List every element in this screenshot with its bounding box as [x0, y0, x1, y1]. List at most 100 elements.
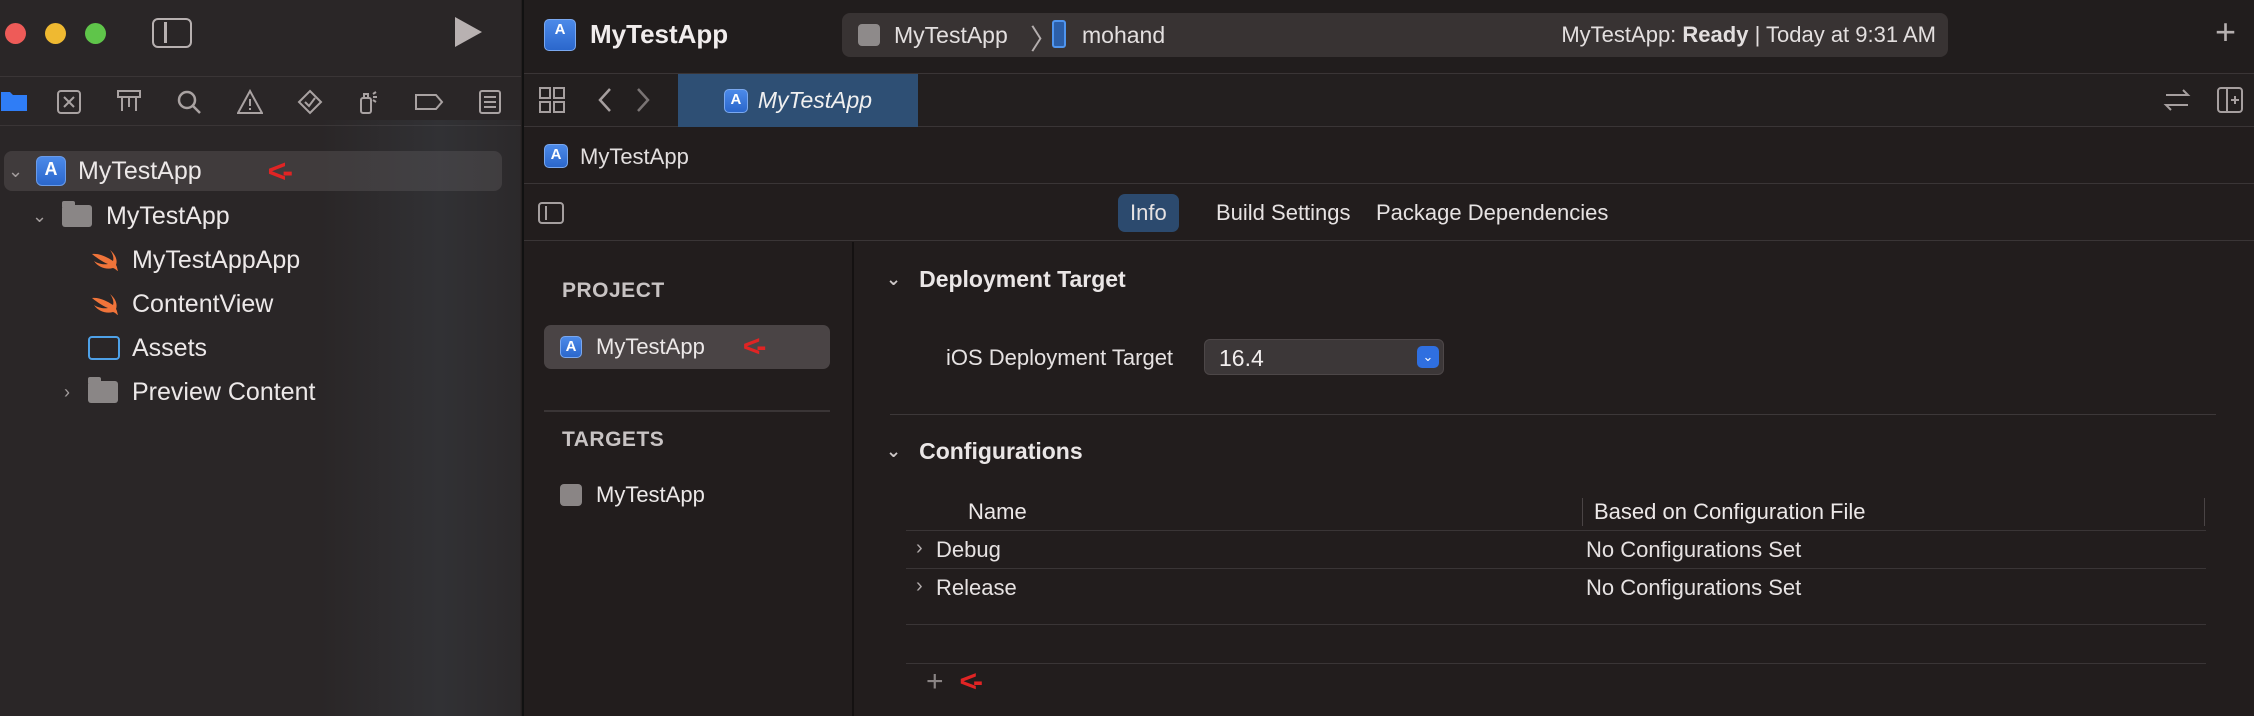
- add-configuration-button[interactable]: + <-: [926, 665, 983, 698]
- close-window-button[interactable]: [5, 23, 26, 44]
- swift-file-icon: [92, 250, 118, 271]
- tree-row-label: ContentView: [132, 289, 274, 318]
- swap-arrows-icon[interactable]: [2162, 86, 2192, 119]
- project-navigator-folder-icon[interactable]: [0, 89, 28, 115]
- section-title: Deployment Target: [919, 266, 1126, 292]
- symbol-navigator-icon[interactable]: [115, 89, 143, 115]
- project-info-settings: ⌄ Deployment Target iOS Deployment Targe…: [856, 242, 2254, 716]
- add-editor-icon[interactable]: [2216, 86, 2244, 119]
- column-separator: [2204, 498, 2205, 526]
- run-destination-selector[interactable]: mohand: [1082, 22, 1165, 49]
- swift-file-icon: [92, 294, 118, 315]
- grid-icon[interactable]: [538, 86, 566, 119]
- deployment-section-header[interactable]: ⌄ Deployment Target: [886, 266, 1126, 293]
- project-navigator: ⌄ MyTestApp <- ⌄ MyTestApp MyTestAppApp …: [0, 0, 521, 716]
- chevron-right-icon[interactable]: ›: [916, 575, 923, 598]
- configurations-section-header[interactable]: ⌄ Configurations: [886, 438, 1083, 465]
- tree-row-file[interactable]: Assets: [88, 328, 207, 368]
- add-button[interactable]: +: [2215, 14, 2236, 50]
- status-prefix: MyTestApp:: [1561, 22, 1683, 47]
- scheme-activity-bar: MyTestApp 〉 mohand MyTestApp: Ready | To…: [842, 13, 1948, 57]
- annotation-arrow: <-: [959, 665, 983, 698]
- status-time: | Today at 9:31 AM: [1748, 22, 1936, 47]
- issue-navigator-warning-icon[interactable]: [236, 88, 264, 115]
- targets-header: TARGETS: [562, 428, 665, 451]
- tree-row-label: MyTestApp: [78, 156, 202, 185]
- back-arrow-icon[interactable]: [596, 86, 614, 119]
- project-item[interactable]: MyTestApp <-: [544, 325, 830, 369]
- tree-row-group[interactable]: › Preview Content: [64, 372, 315, 412]
- chevron-right-icon[interactable]: ›: [64, 382, 84, 403]
- tree-row-file[interactable]: ContentView: [90, 284, 273, 324]
- app-icon: [723, 88, 748, 113]
- tree-row-label: MyTestApp: [106, 201, 230, 230]
- annotation-arrow: <-: [742, 330, 766, 363]
- tree-row-label: Assets: [132, 333, 208, 362]
- annotation-arrow: <-: [267, 152, 293, 189]
- section-title: Configurations: [919, 438, 1083, 464]
- target-item[interactable]: MyTestApp: [544, 473, 830, 517]
- divider: [544, 410, 830, 412]
- status-state: Ready: [1682, 22, 1749, 47]
- ios-deployment-target-select[interactable]: 16.4 ⌄: [1204, 339, 1444, 375]
- tab-build-settings[interactable]: Build Settings: [1204, 194, 1363, 232]
- report-navigator-icon[interactable]: [476, 89, 504, 115]
- find-navigator-search-icon[interactable]: [175, 89, 203, 115]
- debug-navigator-spray-icon[interactable]: [354, 89, 382, 115]
- chevron-down-icon[interactable]: ⌄: [8, 161, 28, 182]
- editor-area: MyTestApp MyTestApp 〉 mohand MyTestApp: …: [522, 0, 2254, 716]
- config-name: Release: [936, 575, 1017, 600]
- scheme-icon: [858, 24, 880, 46]
- table-row[interactable]: › Debug No Configurations Set: [906, 530, 2206, 568]
- tree-row-project[interactable]: ⌄ MyTestApp <-: [4, 151, 502, 191]
- ios-deployment-target-label: iOS Deployment Target: [946, 345, 1174, 370]
- table-row[interactable]: › Release No Configurations Set: [906, 568, 2206, 606]
- project-editor-tabs: Info Build Settings Package Dependencies: [524, 185, 2254, 241]
- test-navigator-diamond-icon[interactable]: [296, 89, 324, 115]
- run-button[interactable]: [455, 17, 482, 47]
- project-header: PROJECT: [562, 279, 665, 302]
- breakpoint-navigator-icon[interactable]: [414, 89, 444, 115]
- chevron-down-icon[interactable]: ⌄: [32, 206, 52, 227]
- window-toolbar: MyTestApp MyTestApp 〉 mohand MyTestApp: …: [524, 0, 2254, 72]
- project-item-label: MyTestApp: [596, 334, 705, 359]
- tree-row-label: MyTestAppApp: [132, 245, 301, 274]
- column-header-based-on[interactable]: Based on Configuration File: [1594, 494, 1866, 530]
- chevron-right-icon[interactable]: ›: [916, 537, 923, 560]
- minimize-window-button[interactable]: [45, 23, 66, 44]
- ios-deployment-target-value: 16.4: [1219, 345, 1264, 371]
- column-header-name[interactable]: Name: [968, 494, 1027, 530]
- project-list-toggle-icon[interactable]: [538, 202, 564, 224]
- tree-row-file[interactable]: MyTestAppApp: [90, 240, 300, 280]
- target-item-label: MyTestApp: [596, 482, 705, 507]
- forward-arrow-icon[interactable]: [634, 86, 652, 119]
- tree-row-label: Preview Content: [132, 377, 316, 406]
- sidebar-toggle-icon[interactable]: [152, 18, 192, 48]
- config-based-on: No Configurations Set: [1586, 537, 1802, 562]
- editor-tab-label: MyTestApp: [757, 87, 873, 113]
- zoom-window-button[interactable]: [85, 23, 106, 44]
- asset-catalog-icon: [88, 336, 120, 360]
- tab-package-dependencies[interactable]: Package Dependencies: [1364, 194, 1620, 232]
- chevron-down-icon: ⌄: [1417, 346, 1439, 368]
- chevron-down-icon[interactable]: ⌄: [886, 441, 901, 462]
- folder-icon: [88, 377, 118, 403]
- config-name: Debug: [936, 537, 1001, 562]
- jump-bar-item[interactable]: MyTestApp: [580, 144, 689, 170]
- app-icon: [544, 144, 568, 168]
- iphone-icon: [1052, 20, 1066, 48]
- divider: [906, 624, 2206, 625]
- config-based-on: No Configurations Set: [1586, 575, 1802, 600]
- editor-tab-project[interactable]: MyTestApp: [678, 74, 918, 127]
- editor-tab-bar: MyTestApp: [524, 73, 2254, 127]
- divider: [890, 414, 2216, 415]
- tab-info[interactable]: Info: [1118, 194, 1179, 232]
- tree-row-group[interactable]: ⌄ MyTestApp: [32, 196, 230, 236]
- source-control-icon[interactable]: [55, 89, 83, 115]
- app-icon: [560, 336, 582, 358]
- scheme-selector[interactable]: MyTestApp: [894, 22, 1008, 49]
- chevron-down-icon[interactable]: ⌄: [886, 269, 901, 290]
- navigator-selector-bar: [0, 76, 521, 126]
- xcode-project-icon: [36, 156, 66, 186]
- activity-status: MyTestApp: Ready | Today at 9:31 AM: [1561, 22, 1936, 48]
